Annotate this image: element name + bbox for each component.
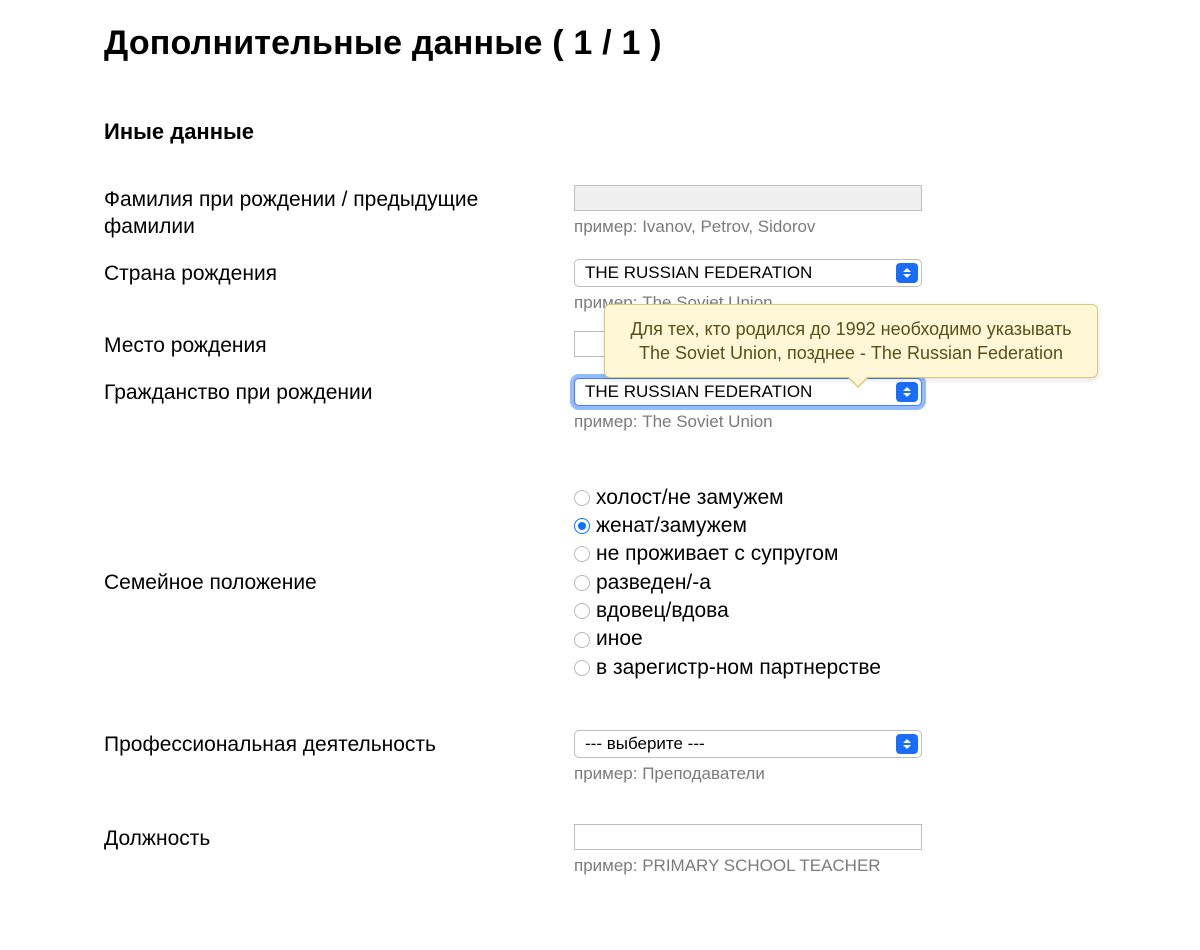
label-marital-status: Семейное положение bbox=[104, 484, 574, 597]
label-position: Должность bbox=[104, 824, 574, 853]
form-page: Дополнительные данные ( 1 / 1 ) Иные дан… bbox=[0, 0, 1200, 944]
marital-status-option[interactable]: не проживает с супругом bbox=[574, 540, 881, 568]
label-birth-country: Страна рождения bbox=[104, 259, 574, 288]
row-birth-surname: Фамилия при рождении / предыдущие фамили… bbox=[104, 185, 1200, 241]
updown-icon bbox=[896, 263, 918, 283]
marital-status-option-label: холост/не замужем bbox=[596, 484, 784, 512]
updown-icon bbox=[896, 382, 918, 402]
marital-status-radio-group: холост/не замужемженат/замужемне прожива… bbox=[574, 484, 881, 682]
section-title: Иные данные bbox=[104, 119, 1200, 145]
hint-birth-citizenship: пример: The Soviet Union bbox=[574, 412, 922, 432]
marital-status-option-label: иное bbox=[596, 625, 643, 653]
birth-citizenship-value: THE RUSSIAN FEDERATION bbox=[585, 382, 812, 402]
birth-citizenship-select[interactable]: THE RUSSIAN FEDERATION bbox=[574, 378, 922, 406]
updown-icon bbox=[896, 734, 918, 754]
row-marital-status: Семейное положение холост/не замужемжена… bbox=[104, 484, 1200, 682]
marital-status-option-label: не проживает с супругом bbox=[596, 540, 838, 568]
label-birth-surname: Фамилия при рождении / предыдущие фамили… bbox=[104, 185, 574, 241]
birth-country-select[interactable]: THE RUSSIAN FEDERATION bbox=[574, 259, 922, 287]
label-birth-place: Место рождения bbox=[104, 331, 574, 360]
birth-citizenship-tooltip: Для тех, кто родился до 1992 необходимо … bbox=[604, 304, 1098, 379]
marital-status-option[interactable]: иное bbox=[574, 625, 881, 653]
radio-icon bbox=[574, 603, 590, 619]
marital-status-option[interactable]: холост/не замужем bbox=[574, 484, 881, 512]
marital-status-option[interactable]: женат/замужем bbox=[574, 512, 881, 540]
hint-birth-surname: пример: Ivanov, Petrov, Sidorov bbox=[574, 217, 922, 237]
label-birth-citizenship: Гражданство при рождении bbox=[104, 378, 574, 407]
label-profession: Профессиональная деятельность bbox=[104, 730, 574, 759]
radio-icon bbox=[574, 490, 590, 506]
hint-position: пример: PRIMARY SCHOOL TEACHER bbox=[574, 856, 922, 876]
marital-status-option-label: женат/замужем bbox=[596, 512, 747, 540]
profession-select[interactable]: --- выберите --- bbox=[574, 730, 922, 758]
profession-value: --- выберите --- bbox=[585, 734, 705, 754]
radio-icon bbox=[574, 632, 590, 648]
marital-status-option[interactable]: вдовец/вдова bbox=[574, 597, 881, 625]
marital-status-option-label: вдовец/вдова bbox=[596, 597, 729, 625]
marital-status-option[interactable]: в зарегистр-ном партнерстве bbox=[574, 654, 881, 682]
row-birth-citizenship: Гражданство при рождении THE RUSSIAN FED… bbox=[104, 378, 1200, 432]
birth-surname-input[interactable] bbox=[574, 185, 922, 211]
birth-country-value: THE RUSSIAN FEDERATION bbox=[585, 263, 812, 283]
hint-profession: пример: Преподаватели bbox=[574, 764, 922, 784]
row-position: Должность пример: PRIMARY SCHOOL TEACHER bbox=[104, 824, 1200, 876]
row-profession: Профессиональная деятельность --- выбери… bbox=[104, 730, 1200, 784]
radio-icon bbox=[574, 660, 590, 676]
marital-status-option[interactable]: разведен/-а bbox=[574, 569, 881, 597]
position-input[interactable] bbox=[574, 824, 922, 850]
marital-status-option-label: в зарегистр-ном партнерстве bbox=[596, 654, 881, 682]
marital-status-option-label: разведен/-а bbox=[596, 569, 711, 597]
radio-icon bbox=[574, 575, 590, 591]
radio-icon bbox=[574, 518, 590, 534]
radio-icon bbox=[574, 546, 590, 562]
page-title: Дополнительные данные ( 1 / 1 ) bbox=[104, 24, 1200, 63]
